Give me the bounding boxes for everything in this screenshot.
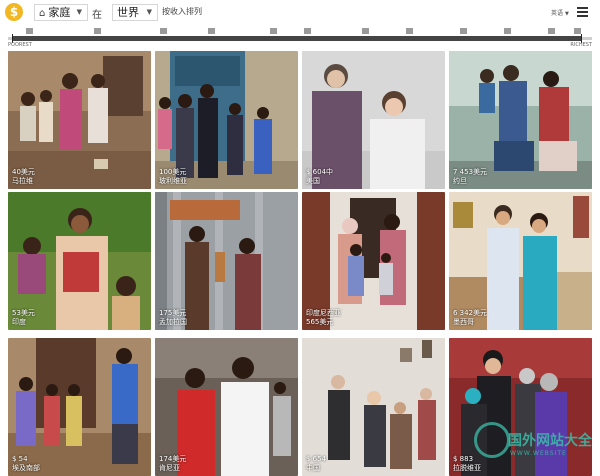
photo-caption: 175美元 孟加拉国: [159, 309, 187, 326]
richest-label: RICHEST: [570, 42, 592, 48]
photo-caption: 40美元 马拉维: [12, 168, 35, 185]
photo-caption: $ 654 中国: [306, 455, 327, 472]
family-photo-card[interactable]: 7 453美元 约旦: [449, 51, 592, 189]
photo-caption: $ 604中 美国: [306, 168, 334, 185]
house-icon: ⌂: [39, 8, 46, 19]
family-photo-card[interactable]: $ 54 埃及南部: [8, 338, 151, 476]
income-house-markers: [8, 26, 592, 36]
chevron-down-icon: ▼: [565, 11, 569, 17]
watermark-subtext: WWW.WEBSITE: [510, 450, 567, 457]
site-watermark: 国外网站大全 WWW.WEBSITE: [474, 420, 592, 472]
photo-caption: 100美元 玻利维亚: [159, 168, 187, 185]
photo-caption: 6 342美元 墨西哥: [453, 309, 488, 326]
poorest-label: POOREST: [8, 42, 32, 48]
photo-caption: 53美元 印度: [12, 309, 35, 326]
language-select[interactable]: 英语 ▼: [551, 8, 569, 17]
region-select-value: 世界: [117, 6, 139, 19]
category-select-value: 家庭: [48, 6, 71, 19]
income-range: [12, 36, 582, 41]
category-select[interactable]: ⌂ 家庭 ▼: [34, 4, 88, 21]
dollar-logo-icon[interactable]: $: [5, 3, 23, 21]
family-photo-card[interactable]: 174美元 肯尼亚: [155, 338, 298, 476]
family-photo-card[interactable]: $ 654 中国: [302, 338, 445, 476]
family-photo-card[interactable]: 175美元 孟加拉国: [155, 192, 298, 330]
top-bar: $ ⌂ 家庭 ▼ 在 世界 ▼ 按收入排列 英语 ▼: [0, 0, 600, 24]
family-photo-card[interactable]: 40美元 马拉维: [8, 51, 151, 189]
photo-caption: $ 54 埃及南部: [12, 455, 40, 472]
chevron-down-icon: ▼: [76, 8, 82, 16]
photo-caption: 174美元 肯尼亚: [159, 455, 187, 472]
family-photo-card[interactable]: 53美元 印度: [8, 192, 151, 330]
sort-label: 按收入排列: [162, 7, 202, 16]
family-photo-card[interactable]: 6 342美元 墨西哥: [449, 192, 592, 330]
income-slider[interactable]: POOREST RICHEST: [8, 26, 592, 48]
connector-label: 在: [92, 10, 102, 21]
photo-caption: 7 453美元 约旦: [453, 168, 488, 185]
language-value: 英语: [551, 10, 564, 17]
chevron-down-icon: ▼: [146, 8, 152, 16]
family-photo-card[interactable]: $ 604中 美国: [302, 51, 445, 189]
watermark-circle-icon: [474, 422, 510, 458]
family-photo-card[interactable]: 印度尼西亚 565美元: [302, 192, 445, 330]
watermark-text: 国外网站大全: [508, 433, 592, 449]
photo-caption: 印度尼西亚 565美元: [306, 309, 341, 326]
family-photo-card[interactable]: 100美元 玻利维亚: [155, 51, 298, 189]
menu-icon[interactable]: [577, 7, 588, 17]
region-select[interactable]: 世界 ▼: [112, 4, 158, 21]
